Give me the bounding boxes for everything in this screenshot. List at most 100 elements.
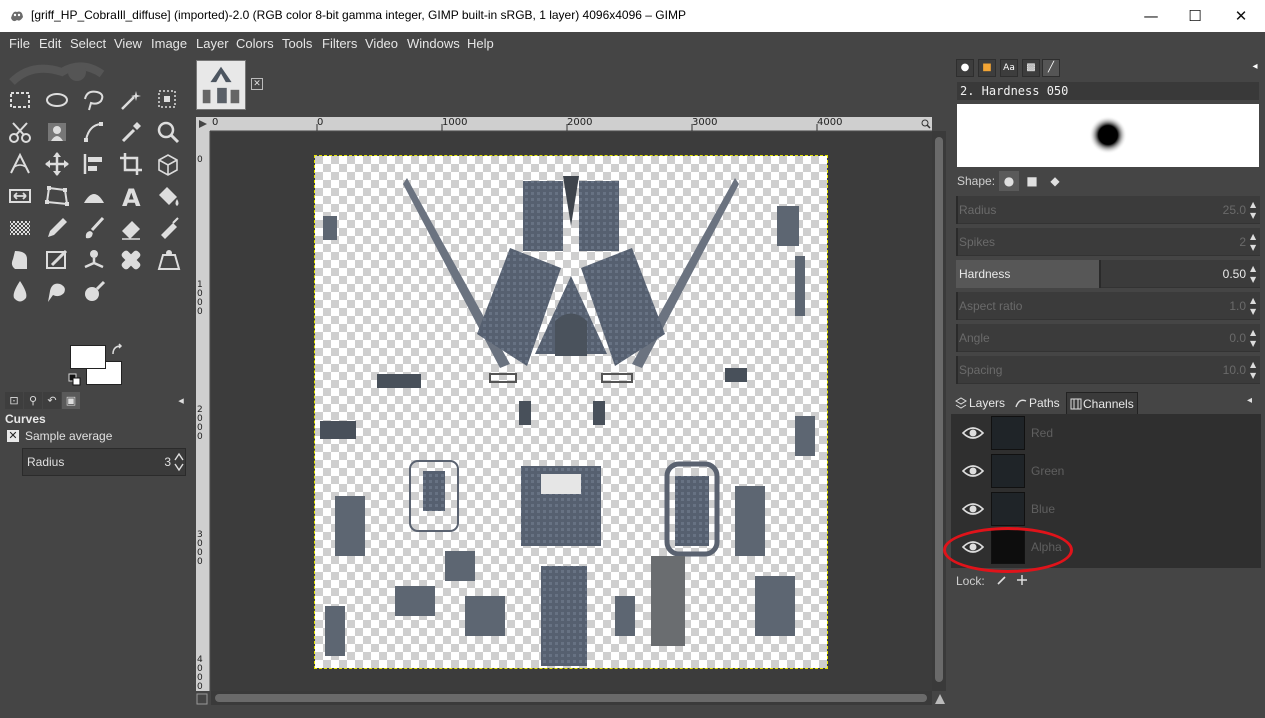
move-tool-icon[interactable] (42, 149, 72, 179)
lock-position-icon[interactable] (1016, 574, 1028, 586)
rect-select-tool-icon[interactable] (5, 85, 35, 115)
brushes-dock-menu-icon[interactable]: ◂ (1246, 59, 1264, 77)
default-colors-icon[interactable] (68, 373, 82, 387)
measure-tool-icon[interactable] (5, 149, 35, 179)
patterns-tab-icon[interactable]: ■ (978, 59, 996, 77)
paint-dynamics-tab-icon[interactable]: ╱ (1042, 59, 1060, 77)
paths-tool-icon[interactable] (79, 117, 109, 147)
angle-slider[interactable]: Angle 0.0 ▲ ▼ (956, 324, 1260, 352)
blur-tool-icon[interactable] (5, 277, 35, 307)
quick-mask-toggle-icon[interactable] (196, 693, 208, 705)
menu-help[interactable]: Help (467, 36, 494, 51)
menu-view[interactable]: View (114, 36, 142, 51)
radius-slider[interactable]: Radius 25.0 ▲ ▼ (956, 196, 1260, 224)
spikes-slider[interactable]: Spikes 2 ▲ ▼ (956, 228, 1260, 256)
menu-image[interactable]: Image (151, 36, 187, 51)
align-tool-icon[interactable] (79, 149, 109, 179)
channel-row-blue[interactable]: Blue (951, 490, 1261, 528)
tab-layers[interactable]: Layers (953, 392, 1005, 414)
perspective-tool-icon[interactable] (42, 181, 72, 211)
close-image-tab-icon[interactable]: ✕ (251, 78, 263, 90)
image-thumbnail[interactable] (196, 60, 246, 110)
transform-tool-icon[interactable] (5, 181, 35, 211)
tab-channels[interactable]: Channels (1066, 392, 1138, 414)
fuzzy-select-tool-icon[interactable] (116, 85, 146, 115)
images-tab-icon[interactable]: ▣ (62, 392, 80, 409)
dodge-burn-tool-icon[interactable] (79, 277, 109, 307)
eye-icon[interactable] (962, 463, 984, 479)
dock-menu-icon[interactable]: ◂ (172, 392, 190, 409)
brush-preview[interactable] (957, 104, 1259, 167)
spacing-slider[interactable]: Spacing 10.0 ▲ ▼ (956, 356, 1260, 384)
text-tool-icon[interactable]: A (116, 181, 146, 212)
slider-spin-icon[interactable]: ▲ ▼ (1250, 231, 1258, 253)
zoom-tool-icon[interactable] (153, 117, 183, 147)
navigation-arrow-icon[interactable] (934, 693, 946, 705)
scissors-select-tool-icon[interactable] (5, 117, 35, 147)
color-picker-tool-icon[interactable] (116, 117, 146, 147)
menu-select[interactable]: Select (70, 36, 106, 51)
horizontal-scrollbar[interactable] (211, 691, 932, 705)
vertical-scroll-thumb[interactable] (935, 137, 943, 682)
horizontal-scroll-thumb[interactable] (215, 694, 927, 702)
circle-shape-icon[interactable]: ● (999, 171, 1019, 191)
eye-icon[interactable] (962, 501, 984, 517)
menu-windows[interactable]: Windows (407, 36, 460, 51)
tab-paths[interactable]: Paths (1013, 392, 1060, 414)
close-button[interactable]: ✕ (1218, 0, 1264, 32)
eraser-tool-icon[interactable] (116, 213, 146, 243)
eye-icon[interactable] (962, 425, 984, 441)
vertical-scrollbar[interactable] (932, 131, 946, 691)
menu-tools[interactable]: Tools (282, 36, 312, 51)
horizontal-ruler[interactable]: 0 0 1000 2000 3000 4000 (210, 117, 932, 131)
pencil-tool-icon[interactable] (42, 213, 72, 243)
sample-average-checkbox[interactable]: ✕ (7, 430, 19, 442)
aspect-ratio-slider[interactable]: Aspect ratio 1.0 ▲ ▼ (956, 292, 1260, 320)
slider-spin-icon[interactable]: ▲ ▼ (1250, 295, 1258, 317)
layers-dock-menu-icon[interactable]: ◂ (1247, 395, 1252, 406)
menu-edit[interactable]: Edit (39, 36, 61, 51)
menu-file[interactable]: File (9, 36, 30, 51)
mypaint-brush-tool-icon[interactable] (42, 245, 72, 275)
paintbrush-tool-icon[interactable] (79, 213, 109, 243)
smudge-tool-icon[interactable] (42, 277, 72, 307)
channel-row-red[interactable]: Red (951, 414, 1261, 452)
crop-tool-icon[interactable] (116, 149, 146, 179)
minimize-button[interactable]: — (1128, 0, 1174, 32)
brushes-tab-icon[interactable]: ● (956, 59, 974, 77)
select-by-color-tool-icon[interactable] (153, 85, 183, 115)
channel-row-green[interactable]: Green (951, 452, 1261, 490)
foreground-color-swatch[interactable] (70, 345, 106, 369)
slider-spin-icon[interactable]: ▲ ▼ (1250, 263, 1258, 285)
swap-colors-icon[interactable] (110, 343, 124, 357)
tool-options-tab-icon[interactable]: ⊡ (5, 392, 23, 409)
slider-spin-icon[interactable]: ▲ ▼ (1250, 359, 1258, 381)
maximize-button[interactable]: ☐ (1172, 0, 1218, 32)
blend-tool-icon[interactable] (5, 213, 35, 243)
channel-name[interactable]: Green (1031, 464, 1064, 478)
free-select-tool-icon[interactable] (79, 85, 109, 115)
lock-pixels-icon[interactable] (996, 574, 1008, 586)
menu-colors[interactable]: Colors (236, 36, 274, 51)
unified-transform-tool-icon[interactable] (153, 149, 183, 179)
hardness-slider[interactable]: Hardness 0.50 ▲ ▼ (956, 260, 1260, 288)
ellipse-select-tool-icon[interactable] (42, 85, 72, 115)
texture-image[interactable] (314, 155, 828, 669)
ink-tool-icon[interactable] (5, 245, 35, 275)
radius-spinner[interactable]: Radius 3 (22, 448, 186, 476)
slider-spin-icon[interactable]: ▲ ▼ (1250, 327, 1258, 349)
undo-history-tab-icon[interactable]: ↶ (43, 392, 61, 409)
flip-tool-icon[interactable] (79, 181, 109, 211)
heal-tool-icon[interactable] (116, 245, 146, 275)
channel-name[interactable]: Red (1031, 426, 1053, 440)
menu-filters[interactable]: Filters (322, 36, 357, 51)
ruler-corner[interactable] (196, 117, 210, 131)
channel-name[interactable]: Blue (1031, 502, 1055, 516)
clone-tool-icon[interactable] (79, 245, 109, 275)
diamond-shape-icon[interactable]: ◆ (1045, 171, 1065, 191)
slider-spin-icon[interactable]: ▲ ▼ (1250, 199, 1258, 221)
gradients-tab-icon[interactable]: ▩ (1022, 59, 1040, 77)
vertical-ruler[interactable]: 0 1000 2000 3000 4000 (196, 131, 210, 692)
navigate-icon[interactable] (921, 119, 931, 129)
menu-video[interactable]: Video (365, 36, 398, 51)
